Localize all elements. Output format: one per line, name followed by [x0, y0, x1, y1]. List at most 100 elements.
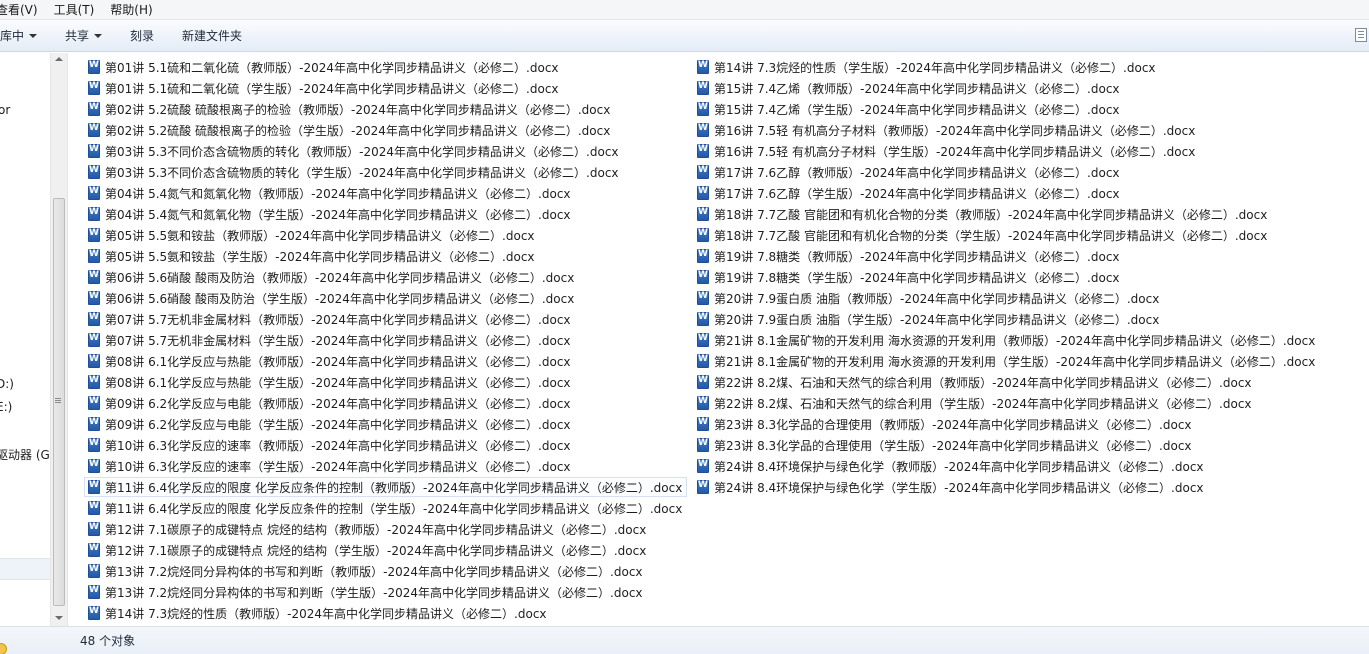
- menu-tools[interactable]: 工具(T): [54, 1, 103, 18]
- file-name: 第20讲 7.9蛋白质 油脂（学生版）-2024年高中化学同步精品讲义（必修二）…: [714, 312, 1160, 327]
- file-item[interactable]: 第09讲 6.2化学反应与电能（教师版）-2024年高中化学同步精品讲义（必修二…: [84, 393, 576, 413]
- file-item[interactable]: 第22讲 8.2煤、石油和天然气的综合利用（教师版）-2024年高中化学同步精品…: [693, 372, 1257, 392]
- file-item[interactable]: 第05讲 5.5氨和铵盐（教师版）-2024年高中化学同步精品讲义（必修二）.d…: [84, 225, 540, 245]
- file-item[interactable]: 第10讲 6.3化学反应的速率（学生版）-2024年高中化学同步精品讲义（必修二…: [84, 456, 576, 476]
- file-item[interactable]: 第11讲 6.4化学反应的限度 化学反应条件的控制（教师版）-2024年高中化学…: [84, 477, 688, 497]
- word-document-icon: [697, 60, 709, 74]
- word-document-icon: [88, 249, 100, 263]
- word-document-icon: [88, 228, 100, 242]
- nav-scrollbar[interactable]: [50, 53, 67, 626]
- file-item[interactable]: 第01讲 5.1硫和二氧化硫（教师版）-2024年高中化学同步精品讲义（必修二）…: [84, 57, 564, 77]
- file-name: 第17讲 7.6乙醇（学生版）-2024年高中化学同步精品讲义（必修二）.doc…: [714, 186, 1120, 201]
- word-document-icon: [88, 270, 100, 284]
- file-name: 第18讲 7.7乙酸 官能团和有机化合物的分类（学生版）-2024年高中化学同步…: [714, 228, 1268, 243]
- file-item[interactable]: 第11讲 6.4化学反应的限度 化学反应条件的控制（学生版）-2024年高中化学…: [84, 498, 687, 518]
- file-item[interactable]: 第24讲 8.4环境保护与绿色化学（教师版）-2024年高中化学同步精品讲义（必…: [693, 456, 1209, 476]
- file-name: 第21讲 8.1金属矿物的开发利用 海水资源的开发利用（教师版）-2024年高中…: [714, 333, 1316, 348]
- nav-item-drive-d[interactable]: D:): [0, 377, 14, 391]
- file-item[interactable]: 第04讲 5.4氮气和氮氧化物（教师版）-2024年高中化学同步精品讲义（必修二…: [84, 183, 576, 203]
- file-item[interactable]: 第13讲 7.2烷烃同分异构体的书写和判断（学生版）-2024年高中化学同步精品…: [84, 582, 648, 602]
- file-name: 第19讲 7.8糖类（教师版）-2024年高中化学同步精品讲义（必修二）.doc…: [714, 249, 1120, 264]
- file-item[interactable]: 第03讲 5.3不同价态含硫物质的转化（教师版）-2024年高中化学同步精品讲义…: [84, 141, 624, 161]
- file-item[interactable]: 第17讲 7.6乙醇（学生版）-2024年高中化学同步精品讲义（必修二）.doc…: [693, 183, 1125, 203]
- file-item[interactable]: 第02讲 5.2硫酸 硫酸根离子的检验（教师版）-2024年高中化学同步精品讲义…: [84, 99, 615, 119]
- file-item[interactable]: 第15讲 7.4乙烯（学生版）-2024年高中化学同步精品讲义（必修二）.doc…: [693, 99, 1125, 119]
- file-item[interactable]: 第16讲 7.5轻 有机高分子材料（学生版）-2024年高中化学同步精品讲义（必…: [693, 141, 1200, 161]
- file-item[interactable]: 第23讲 8.3化学品的合理使用（教师版）-2024年高中化学同步精品讲义（必修…: [693, 414, 1197, 434]
- file-item[interactable]: 第23讲 8.3化学品的合理使用（学生版）-2024年高中化学同步精品讲义（必修…: [693, 435, 1197, 455]
- file-name: 第04讲 5.4氮气和氮氧化物（学生版）-2024年高中化学同步精品讲义（必修二…: [105, 207, 571, 222]
- scroll-up-icon[interactable]: [55, 57, 63, 61]
- nav-item-or[interactable]: or: [0, 103, 10, 117]
- scroll-down-icon[interactable]: [55, 616, 63, 620]
- word-document-icon: [88, 417, 100, 431]
- word-document-icon: [88, 585, 100, 599]
- file-item[interactable]: 第04讲 5.4氮气和氮氧化物（学生版）-2024年高中化学同步精品讲义（必修二…: [84, 204, 576, 224]
- file-name: 第16讲 7.5轻 有机高分子材料（教师版）-2024年高中化学同步精品讲义（必…: [714, 123, 1196, 138]
- share-button[interactable]: 共享: [51, 27, 116, 44]
- file-item[interactable]: 第17讲 7.6乙醇（教师版）-2024年高中化学同步精品讲义（必修二）.doc…: [693, 162, 1125, 182]
- file-name: 第14讲 7.3烷烃的性质（教师版）-2024年高中化学同步精品讲义（必修二）.…: [105, 606, 547, 621]
- file-item[interactable]: 第08讲 6.1化学反应与热能（教师版）-2024年高中化学同步精品讲义（必修二…: [84, 351, 576, 371]
- file-name: 第11讲 6.4化学反应的限度 化学反应条件的控制（学生版）-2024年高中化学…: [105, 501, 683, 516]
- file-item[interactable]: 第18讲 7.7乙酸 官能团和有机化合物的分类（教师版）-2024年高中化学同步…: [693, 204, 1272, 224]
- file-item[interactable]: 第21讲 8.1金属矿物的开发利用 海水资源的开发利用（教师版）-2024年高中…: [693, 330, 1320, 350]
- word-document-icon: [697, 375, 709, 389]
- word-document-icon: [697, 165, 709, 179]
- file-item[interactable]: 第21讲 8.1金属矿物的开发利用 海水资源的开发利用（学生版）-2024年高中…: [693, 351, 1320, 371]
- file-item[interactable]: 第15讲 7.4乙烯（教师版）-2024年高中化学同步精品讲义（必修二）.doc…: [693, 78, 1125, 98]
- word-document-icon: [88, 543, 100, 557]
- burn-button[interactable]: 刻录: [116, 27, 168, 44]
- file-item[interactable]: 第09讲 6.2化学反应与电能（学生版）-2024年高中化学同步精品讲义（必修二…: [84, 414, 576, 434]
- file-item[interactable]: 第18讲 7.7乙酸 官能团和有机化合物的分类（学生版）-2024年高中化学同步…: [693, 225, 1272, 245]
- nav-item-drive-e[interactable]: E:): [0, 400, 12, 414]
- nav-item-drive-g[interactable]: 驱动器 (G:: [0, 446, 54, 463]
- file-name: 第22讲 8.2煤、石油和天然气的综合利用（学生版）-2024年高中化学同步精品…: [714, 396, 1252, 411]
- file-name: 第09讲 6.2化学反应与电能（学生版）-2024年高中化学同步精品讲义（必修二…: [105, 417, 571, 432]
- file-name: 第07讲 5.7无机非金属材料（学生版）-2024年高中化学同步精品讲义（必修二…: [105, 333, 571, 348]
- word-document-icon: [697, 333, 709, 347]
- file-item[interactable]: 第22讲 8.2煤、石油和天然气的综合利用（学生版）-2024年高中化学同步精品…: [693, 393, 1257, 413]
- file-item[interactable]: 第08讲 6.1化学反应与热能（学生版）-2024年高中化学同步精品讲义（必修二…: [84, 372, 576, 392]
- file-item[interactable]: 第12讲 7.1碳原子的成键特点 烷烃的结构（教师版）-2024年高中化学同步精…: [84, 519, 651, 539]
- file-item[interactable]: 第07讲 5.7无机非金属材料（学生版）-2024年高中化学同步精品讲义（必修二…: [84, 330, 576, 350]
- file-item[interactable]: 第19讲 7.8糖类（学生版）-2024年高中化学同步精品讲义（必修二）.doc…: [693, 267, 1125, 287]
- word-document-icon: [697, 249, 709, 263]
- file-item[interactable]: 第07讲 5.7无机非金属材料（教师版）-2024年高中化学同步精品讲义（必修二…: [84, 309, 576, 329]
- word-document-icon: [697, 102, 709, 116]
- menu-view[interactable]: 查看(V): [0, 1, 46, 18]
- file-name: 第22讲 8.2煤、石油和天然气的综合利用（教师版）-2024年高中化学同步精品…: [714, 375, 1252, 390]
- scroll-thumb[interactable]: [53, 198, 65, 606]
- include-in-library-button[interactable]: 库中: [0, 27, 51, 44]
- file-item[interactable]: 第06讲 5.6硝酸 酸雨及防治（学生版）-2024年高中化学同步精品讲义（必修…: [84, 288, 579, 308]
- file-item[interactable]: 第16讲 7.5轻 有机高分子材料（教师版）-2024年高中化学同步精品讲义（必…: [693, 120, 1200, 140]
- file-item[interactable]: 第14讲 7.3烷烃的性质（学生版）-2024年高中化学同步精品讲义（必修二）.…: [693, 57, 1161, 77]
- file-item[interactable]: 第20讲 7.9蛋白质 油脂（教师版）-2024年高中化学同步精品讲义（必修二）…: [693, 288, 1164, 308]
- file-item[interactable]: 第02讲 5.2硫酸 硫酸根离子的检验（学生版）-2024年高中化学同步精品讲义…: [84, 120, 615, 140]
- new-folder-button[interactable]: 新建文件夹: [168, 27, 256, 44]
- file-name: 第06讲 5.6硝酸 酸雨及防治（学生版）-2024年高中化学同步精品讲义（必修…: [105, 291, 575, 306]
- file-item[interactable]: 第19讲 7.8糖类（教师版）-2024年高中化学同步精品讲义（必修二）.doc…: [693, 246, 1125, 266]
- file-item[interactable]: 第06讲 5.6硝酸 酸雨及防治（教师版）-2024年高中化学同步精品讲义（必修…: [84, 267, 579, 287]
- word-document-icon: [88, 81, 100, 95]
- file-item[interactable]: 第24讲 8.4环境保护与绿色化学（学生版）-2024年高中化学同步精品讲义（必…: [693, 477, 1209, 497]
- word-document-icon: [697, 480, 709, 494]
- word-document-icon: [88, 207, 100, 221]
- file-item[interactable]: 第13讲 7.2烷烃同分异构体的书写和判断（教师版）-2024年高中化学同步精品…: [84, 561, 648, 581]
- nav-selected-row[interactable]: [0, 558, 50, 580]
- share-label: 共享: [65, 29, 90, 43]
- view-options-icon[interactable]: [1355, 28, 1367, 42]
- menu-help[interactable]: 帮助(H): [110, 1, 160, 18]
- word-document-icon: [697, 186, 709, 200]
- file-item[interactable]: 第05讲 5.5氨和铵盐（学生版）-2024年高中化学同步精品讲义（必修二）.d…: [84, 246, 540, 266]
- file-name: 第09讲 6.2化学反应与电能（教师版）-2024年高中化学同步精品讲义（必修二…: [105, 396, 571, 411]
- file-item[interactable]: 第10讲 6.3化学反应的速率（教师版）-2024年高中化学同步精品讲义（必修二…: [84, 435, 576, 455]
- file-item[interactable]: 第12讲 7.1碳原子的成键特点 烷烃的结构（学生版）-2024年高中化学同步精…: [84, 540, 651, 560]
- file-item[interactable]: 第03讲 5.3不同价态含硫物质的转化（学生版）-2024年高中化学同步精品讲义…: [84, 162, 624, 182]
- file-name: 第12讲 7.1碳原子的成键特点 烷烃的结构（学生版）-2024年高中化学同步精…: [105, 543, 647, 558]
- file-name: 第23讲 8.3化学品的合理使用（教师版）-2024年高中化学同步精品讲义（必修…: [714, 417, 1192, 432]
- file-name: 第23讲 8.3化学品的合理使用（学生版）-2024年高中化学同步精品讲义（必修…: [714, 438, 1192, 453]
- file-item[interactable]: 第14讲 7.3烷烃的性质（教师版）-2024年高中化学同步精品讲义（必修二）.…: [84, 603, 552, 623]
- file-item[interactable]: 第20讲 7.9蛋白质 油脂（学生版）-2024年高中化学同步精品讲义（必修二）…: [693, 309, 1164, 329]
- file-item[interactable]: 第01讲 5.1硫和二氧化硫（学生版）-2024年高中化学同步精品讲义（必修二）…: [84, 78, 564, 98]
